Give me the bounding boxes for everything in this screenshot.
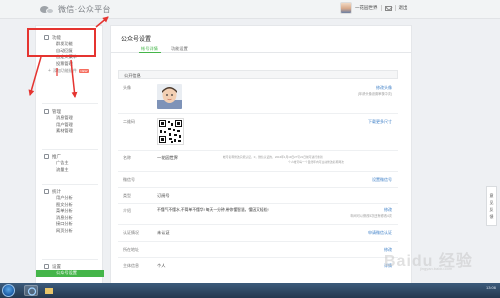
sidebar-item-account-settings[interactable]: 公众号设置 (36, 270, 104, 277)
sidebar-item-web-analysis[interactable]: 网页分析 (36, 228, 104, 235)
plus-icon: + (48, 68, 51, 74)
name-change-note: 帐号名称修改只能认证，0，微信认证的，2016年1月19日27号21日前可进行重… (223, 155, 323, 159)
feedback-char: 意 (489, 192, 494, 198)
row-label: 微信号 (123, 177, 135, 182)
sidebar-item-materials[interactable]: 素材管理 (36, 128, 104, 135)
subject-value: 个人 (157, 263, 166, 268)
intro-note: 年间可以修改5次还有修改4次 (350, 214, 392, 218)
row-label: 所在地址 (123, 247, 139, 252)
nav-group-promote: 推广 广告主 流量主 (36, 153, 104, 173)
taskbar-app-explorer-icon[interactable] (42, 285, 56, 296)
nav-head-settings: 设置 (36, 263, 104, 270)
start-button-icon[interactable] (2, 284, 15, 297)
manage-icon (44, 109, 49, 114)
watermark-url: jingyan.baidu.com (420, 266, 453, 271)
set-wechat-id-link[interactable]: 设置微信号 (372, 177, 392, 183)
settings-icon (44, 264, 49, 269)
feedback-tab[interactable]: 意 见 反 馈 (486, 186, 497, 226)
account-name[interactable]: 一花园世界 (355, 5, 378, 11)
header-divider (394, 5, 396, 11)
account-name-value: 一花园世界 (157, 155, 178, 160)
feedback-char: 见 (489, 199, 494, 205)
header-divider (380, 5, 382, 11)
nav-head-promote: 推广 (36, 153, 104, 160)
nav-divider (42, 149, 98, 150)
row-name: 名称 一花园世界 帐号名称修改只能认证，0，微信认证的，2016年1月19日27… (118, 151, 398, 172)
nav-head-manage: 管理 (36, 108, 104, 115)
row-type: 类型 订阅号 (118, 188, 398, 204)
row-wechat-id: 微信号 设置微信号 (118, 172, 398, 188)
account-avatar[interactable] (340, 2, 352, 14)
wechat-icon (40, 5, 55, 15)
taskbar-app-ie-icon[interactable] (24, 285, 38, 296)
page-title: 公众号设置 (121, 37, 152, 43)
avatar-note: (年龄头像设置审核中次) (358, 92, 392, 96)
row-label: 头像 (123, 85, 131, 90)
sidebar-item-traffic[interactable]: 流量主 (36, 167, 104, 174)
logo-text: 微信·公众平台 (58, 5, 111, 14)
row-avatar: 头像 修改头像 (年龄头像设置审核中次) (118, 79, 398, 114)
row-label: 介绍 (123, 208, 131, 213)
nav-group-settings: 设置 公众号设置 (36, 263, 104, 277)
row-qrcode: 二维码 下载更多尺寸 (118, 114, 398, 151)
intro-value: 不懂气不懂水,不简单不懂华! 每天一分钟,带你懂智慧，懂因又轻松! (157, 208, 269, 212)
feedback-char: 反 (489, 206, 494, 212)
nav-head-stats: 统计 (36, 188, 104, 195)
child-photo (157, 84, 182, 109)
annotation-highlight-box (27, 28, 96, 57)
row-label: 主体信息 (123, 263, 139, 268)
stats-icon (44, 189, 49, 194)
feedback-char: 馈 (489, 213, 494, 219)
nav-group-manage: 管理 消息管理 用户管理 素材管理 (36, 108, 104, 135)
tab-bar: 帐号详情 功能设置 (111, 44, 411, 53)
logout-link[interactable]: 退出 (399, 5, 408, 11)
qrcode-image (157, 118, 184, 145)
wechat-logo[interactable]: 微信·公众平台 (40, 4, 111, 15)
row-intro: 介绍 不懂气不懂水,不简单不懂华! 每天一分钟,带你懂智慧，懂因又轻松! 修改 … (118, 204, 398, 225)
row-label: 认证情况 (123, 230, 139, 235)
verification-value: 未认证 (157, 230, 170, 235)
add-plugin-link[interactable]: + 添加功能插件 NEW (36, 67, 104, 75)
account-avatar-image (157, 84, 182, 109)
row-location: 所在地址 修改 (118, 242, 398, 258)
new-badge: NEW (78, 69, 89, 73)
tray-clock: 13:06 (485, 285, 496, 290)
row-label: 名称 (123, 155, 131, 160)
active-tab-indicator (139, 52, 161, 53)
name-change-note-2: 个人帐号每一个自然年内可主动修改名称两次 (288, 160, 344, 164)
apply-verification-link[interactable]: 申请微信认证 (368, 230, 392, 236)
row-label: 类型 (123, 193, 131, 198)
download-qrcode-link[interactable]: 下载更多尺寸 (368, 119, 392, 125)
row-label: 二维码 (123, 119, 135, 124)
nav-group-stats: 统计 用户分析 图文分析 菜单分析 消息分析 接口分析 网页分析 (36, 188, 104, 234)
account-area: 一花园世界 退出 (340, 2, 408, 14)
nav-divider (42, 184, 98, 185)
row-subject: 主体信息 个人 详情 (118, 258, 398, 273)
nav-divider (42, 103, 98, 104)
nav-divider (42, 259, 98, 260)
tab-function-settings[interactable]: 功能设置 (171, 46, 188, 52)
account-type-value: 订阅号 (157, 193, 170, 198)
os-taskbar: 13:06 (0, 283, 500, 298)
mail-icon[interactable] (384, 5, 392, 11)
sidebar: 功能 群发功能 自动回复 自定义菜单 投票管理 + 添加功能插件 NEW 管理 消息… (35, 25, 104, 288)
card-header: 公开信息 (118, 70, 398, 79)
qrcode-pattern (159, 120, 182, 143)
promote-icon (44, 154, 49, 159)
row-verification: 认证情况 未认证 申请微信认证 (118, 225, 398, 242)
top-header: 微信·公众平台 一花园世界 退出 (0, 0, 500, 19)
